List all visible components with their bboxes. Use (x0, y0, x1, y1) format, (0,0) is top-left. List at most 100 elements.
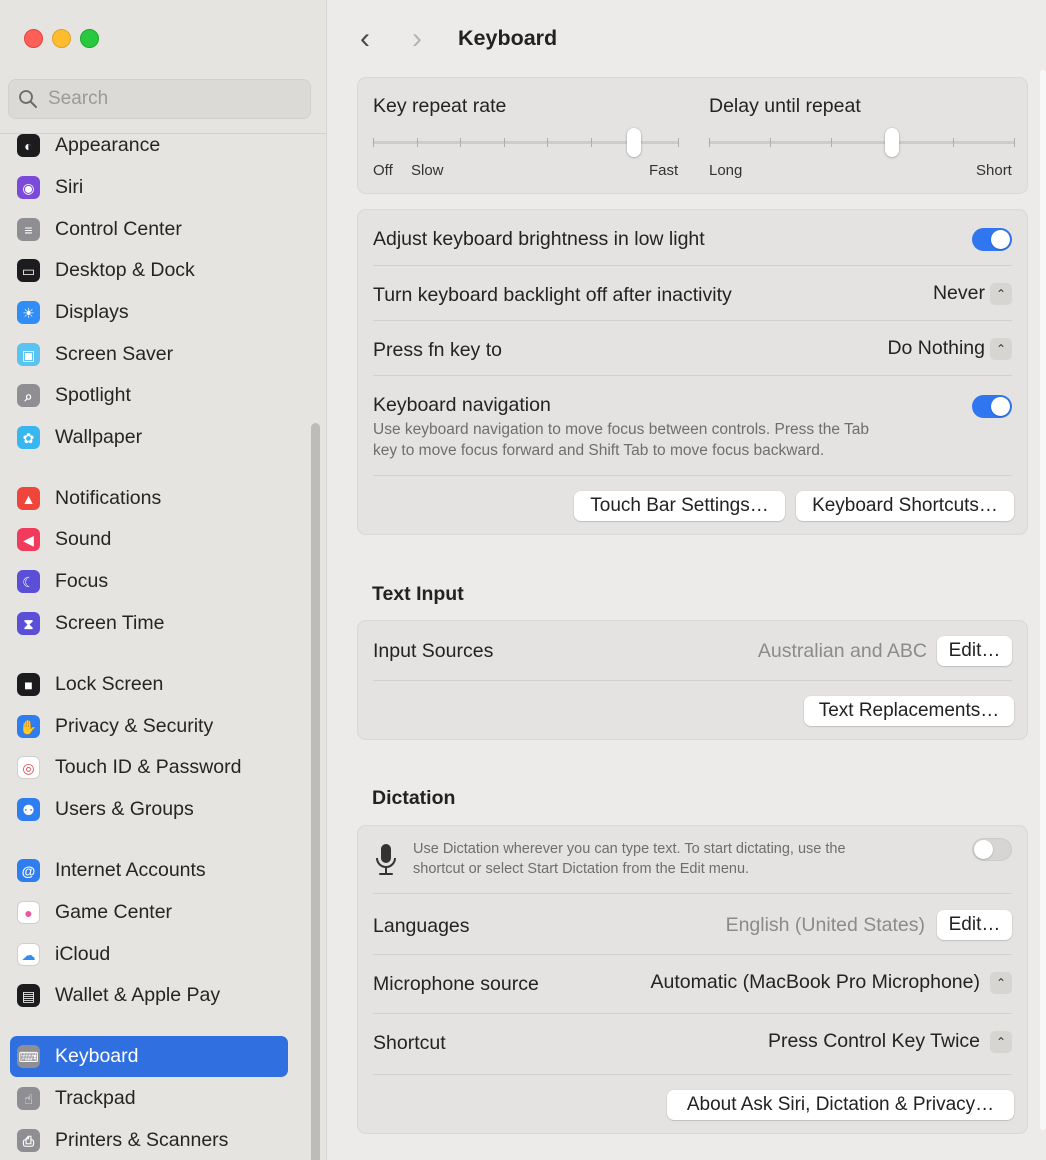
input-sources-label: Input Sources (373, 640, 494, 662)
keyboard-navigation-toggle[interactable] (972, 395, 1012, 418)
dictation-heading: Dictation (372, 787, 456, 809)
sidebar-item-desktop-dock[interactable]: ▭ Desktop & Dock (10, 250, 288, 291)
microphone-source-popup[interactable]: Automatic (MacBook Pro Microphone) ⌃︎ (651, 971, 1012, 994)
sidebar-item-touch-id[interactable]: ◎ Touch ID & Password (10, 747, 288, 788)
dictation-toggle[interactable] (972, 838, 1012, 861)
search-field[interactable] (8, 79, 311, 119)
minimize-window-button[interactable] (52, 29, 71, 48)
forward-button[interactable]: › (412, 24, 422, 54)
row-separator (373, 1013, 1012, 1014)
sidebar-item-label: Notifications (55, 487, 162, 509)
dictation-card: Use Dictation wherever you can type text… (357, 825, 1028, 1134)
sidebar-item-label: Control Center (55, 218, 182, 240)
input-sources-row: Australian and ABC Edit… (758, 636, 1012, 666)
key-repeat-slider-tick (460, 138, 461, 147)
keyboard-navigation-label: Keyboard navigation (373, 394, 551, 416)
brightness-toggle[interactable] (972, 228, 1012, 251)
sidebar-item-trackpad[interactable]: ☝ Trackpad (10, 1078, 288, 1119)
sidebar-scrollbar[interactable] (311, 423, 320, 1160)
delay-repeat-slider-thumb[interactable] (885, 128, 899, 157)
sidebar-item-wallpaper[interactable]: ✿ Wallpaper (10, 417, 288, 458)
backlight-popup[interactable]: Never ⌃︎ (933, 282, 1012, 305)
delay-repeat-slider-tick (770, 138, 771, 147)
input-sources-edit-button[interactable]: Edit… (937, 636, 1012, 666)
sidebar-item-label: Siri (55, 176, 84, 198)
main-scrollbar[interactable] (1040, 70, 1046, 1130)
sidebar-item-appearance[interactable]: ◐ Appearance (10, 125, 288, 166)
sidebar-item-label: Screen Time (55, 612, 165, 634)
sidebar-item-internet-accounts[interactable]: @ Internet Accounts (10, 850, 288, 891)
popup-stepper-icon: ⌃︎ (990, 337, 1012, 360)
sidebar-item-label: Privacy & Security (55, 715, 214, 737)
sidebar-item-spotlight[interactable]: ⌕ Spotlight (10, 375, 288, 416)
shortcut-value: Press Control Key Twice (767, 1030, 980, 1052)
fn-key-popup[interactable]: Do Nothing ⌃︎ (887, 337, 1012, 360)
privacy-icon: ✋ (17, 715, 40, 738)
sidebar-item-printers[interactable]: ⎙ Printers & Scanners (10, 1120, 288, 1160)
sidebar-item-screen-time[interactable]: ⧗ Screen Time (10, 603, 288, 644)
key-repeat-slider-tick (417, 138, 418, 147)
sidebar-item-users-groups[interactable]: ⚉ Users & Groups (10, 789, 288, 830)
sidebar-item-wallet[interactable]: ▤ Wallet & Apple Pay (10, 975, 288, 1016)
sidebar-item-lock-screen[interactable]: ■ Lock Screen (10, 664, 288, 705)
sidebar-item-control-center[interactable]: ≡ Control Center (10, 209, 288, 250)
spotlight-icon: ⌕ (17, 384, 40, 407)
users-groups-icon: ⚉ (17, 798, 40, 821)
sidebar-item-focus[interactable]: ☾ Focus (10, 561, 288, 602)
search-input[interactable] (46, 87, 290, 111)
shortcut-popup[interactable]: Press Control Key Twice ⌃︎ (768, 1030, 1012, 1053)
close-window-button[interactable] (24, 29, 43, 48)
delay-repeat-slider-tick (831, 138, 832, 147)
touch-id-icon: ◎ (17, 756, 40, 779)
sidebar-item-label: Desktop & Dock (55, 259, 195, 281)
touch-bar-settings-button[interactable]: Touch Bar Settings… (574, 491, 785, 521)
sidebar-item-screen-saver[interactable]: ▣ Screen Saver (10, 334, 288, 375)
sidebar-item-label: Internet Accounts (55, 859, 206, 881)
key-repeat-slider-thumb[interactable] (627, 128, 641, 157)
sound-icon: ◀ (17, 528, 40, 551)
internet-accounts-icon: @ (17, 859, 40, 882)
text-replacements-button[interactable]: Text Replacements… (804, 696, 1014, 726)
row-separator (373, 954, 1012, 955)
back-button[interactable]: ‹ (360, 24, 370, 54)
sidebar-item-privacy[interactable]: ✋ Privacy & Security (10, 706, 288, 747)
focus-icon: ☾ (17, 570, 40, 593)
sidebar-item-label: Screen Saver (55, 343, 174, 365)
row-separator (373, 265, 1012, 266)
brightness-label: Adjust keyboard brightness in low light (373, 228, 705, 250)
microphone-source-value: Automatic (MacBook Pro Microphone) (650, 971, 980, 993)
sidebar-item-siri[interactable]: ◉ Siri (10, 167, 288, 208)
languages-edit-button[interactable]: Edit… (937, 910, 1012, 940)
text-input-heading: Text Input (372, 583, 464, 605)
popup-stepper-icon: ⌃︎ (990, 282, 1012, 305)
sidebar-item-icloud[interactable]: ☁ iCloud (10, 934, 288, 975)
key-repeat-slider[interactable] (373, 128, 679, 158)
sidebar-item-label: Printers & Scanners (55, 1129, 229, 1151)
sidebar-item-keyboard[interactable]: ⌨ Keyboard (10, 1036, 288, 1077)
delay-repeat-slider[interactable] (709, 128, 1015, 158)
keyboard-icon: ⌨ (17, 1045, 40, 1068)
zoom-window-button[interactable] (80, 29, 99, 48)
keyboard-navigation-desc-2: key to move focus forward and Shift Tab … (373, 442, 825, 459)
wallet-icon: ▤ (17, 984, 40, 1007)
sidebar-item-label: Touch ID & Password (55, 756, 242, 778)
sidebar-item-game-center[interactable]: ● Game Center (10, 892, 288, 933)
languages-value: English (United States) (725, 913, 925, 936)
control-center-icon: ≡ (17, 218, 40, 241)
popup-stepper-icon: ⌃︎ (990, 1030, 1012, 1053)
trackpad-icon: ☝ (17, 1087, 40, 1110)
row-separator (373, 1074, 1012, 1075)
notifications-icon: ▲ (17, 487, 40, 510)
about-dictation-privacy-button[interactable]: About Ask Siri, Dictation & Privacy… (667, 1090, 1014, 1120)
key-repeat-slider-tick (504, 138, 505, 147)
popup-stepper-icon: ⌃︎ (990, 971, 1012, 994)
keyboard-shortcuts-button[interactable]: Keyboard Shortcuts… (796, 491, 1014, 521)
shortcut-label: Shortcut (373, 1032, 446, 1054)
dictation-desc-1: Use Dictation wherever you can type text… (413, 841, 846, 857)
sidebar-item-displays[interactable]: ☀ Displays (10, 292, 288, 333)
sidebar-item-sound[interactable]: ◀ Sound (10, 519, 288, 560)
text-input-card: Input Sources Australian and ABC Edit… T… (357, 620, 1028, 740)
key-repeat-fast-label: Fast (649, 162, 679, 179)
sidebar-item-notifications[interactable]: ▲ Notifications (10, 478, 288, 519)
game-center-icon: ● (17, 901, 40, 924)
